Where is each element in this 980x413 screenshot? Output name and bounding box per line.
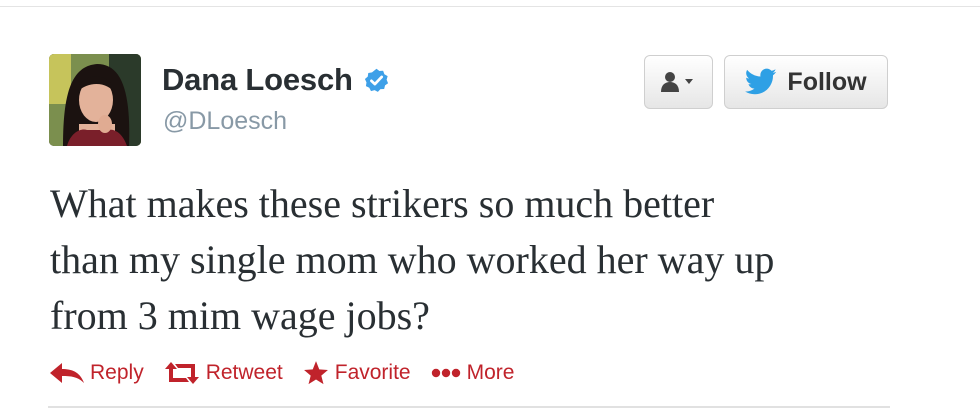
more-button[interactable]: More <box>431 361 515 385</box>
more-dots-icon <box>431 368 460 378</box>
author-name-row: Dana Loesch <box>162 62 390 98</box>
tweet-text-line: from 3 mim wage jobs? <box>50 293 430 338</box>
retweet-button[interactable]: Retweet <box>164 361 283 385</box>
tweet-text-line: What makes these strikers so much better <box>50 181 715 226</box>
follow-button[interactable]: Follow <box>724 55 888 109</box>
reply-arrow-icon <box>50 363 84 383</box>
verified-badge-icon <box>364 68 388 92</box>
user-actions-button[interactable] <box>644 55 713 109</box>
favorite-button[interactable]: Favorite <box>303 360 411 386</box>
more-label: More <box>466 361 515 384</box>
author-display-name[interactable]: Dana Loesch <box>162 62 353 98</box>
twitter-bird-icon <box>745 68 777 95</box>
avatar[interactable] <box>49 54 141 146</box>
retweet-icon <box>164 362 199 384</box>
top-divider <box>0 0 980 7</box>
retweet-label: Retweet <box>205 361 283 384</box>
author-handle[interactable]: @DLoesch <box>163 107 287 136</box>
user-dropdown-icon <box>660 72 693 92</box>
tweet-text: What makes these strikers so much better… <box>50 176 930 344</box>
star-icon <box>303 361 328 385</box>
bottom-divider <box>48 406 890 408</box>
tweet-actions: Reply Retweet Favorite More <box>50 360 534 386</box>
tweet-text-line: than my single mom who worked her way up <box>50 237 775 282</box>
favorite-label: Favorite <box>334 361 411 384</box>
reply-label: Reply <box>90 361 144 384</box>
reply-button[interactable]: Reply <box>50 361 144 385</box>
follow-label: Follow <box>787 67 867 96</box>
